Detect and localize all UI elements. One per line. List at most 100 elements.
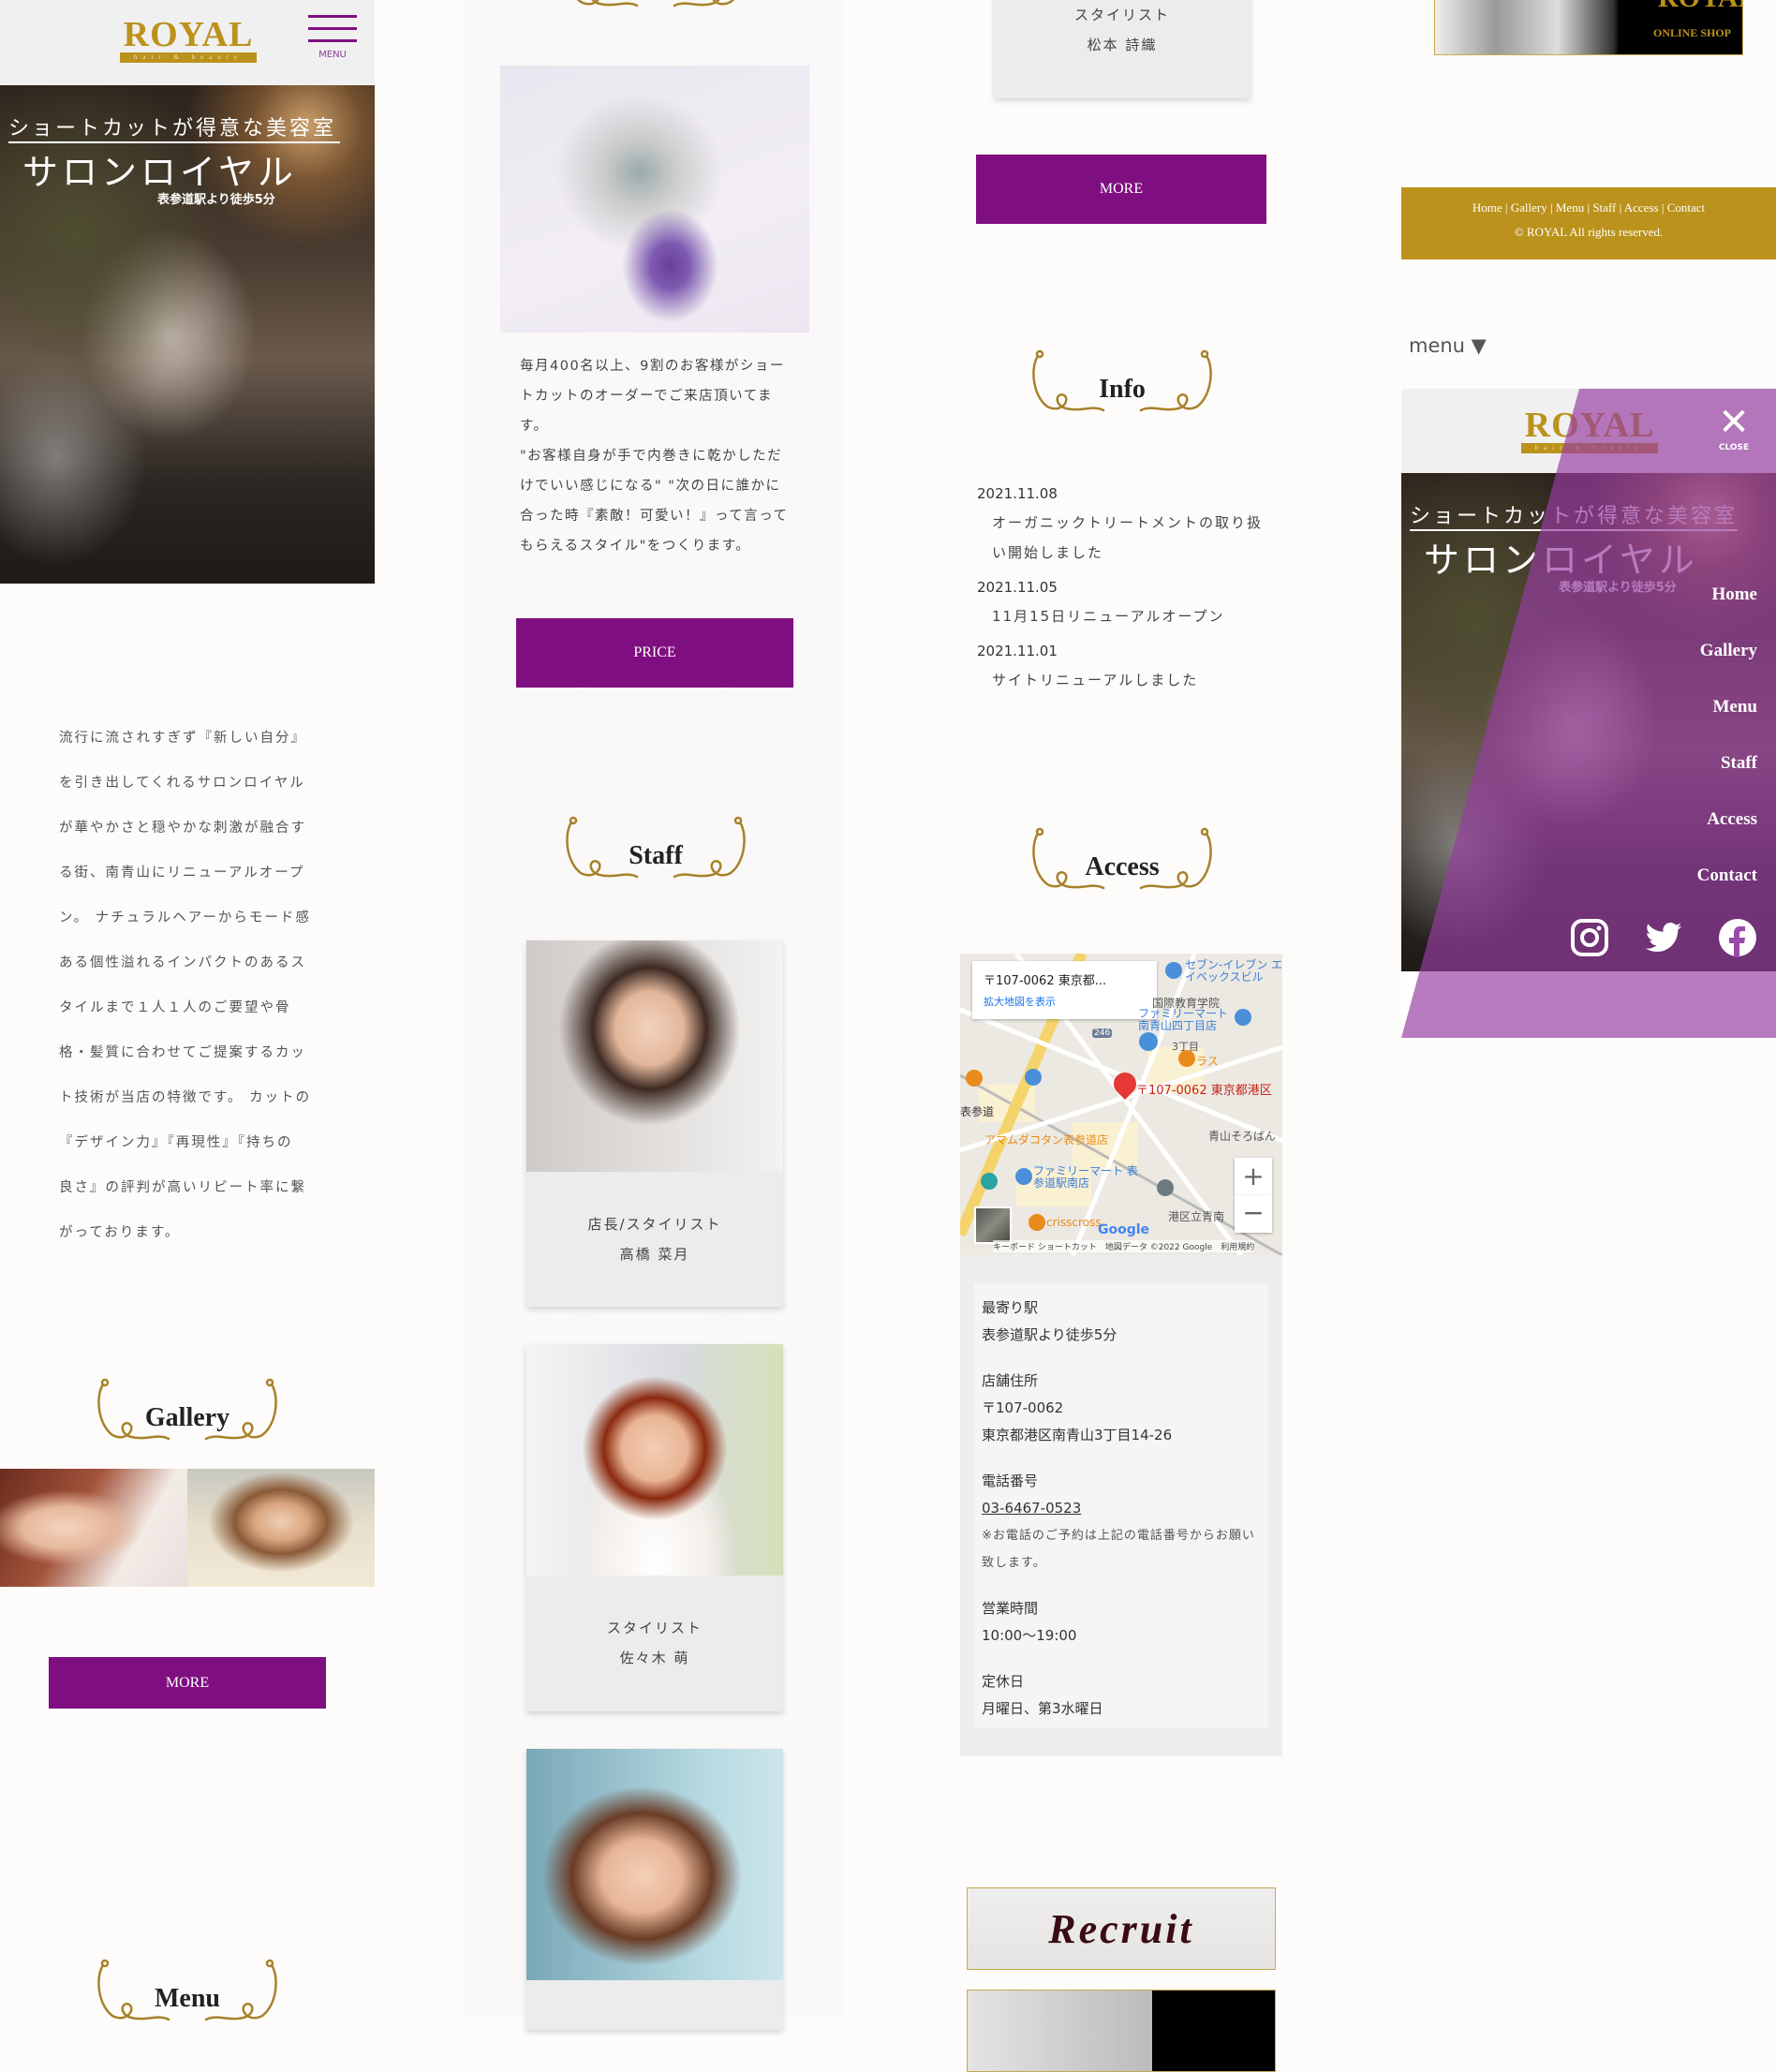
intro-line: 良さ』の評判が高いリピート率に繋 (59, 1180, 306, 1195)
gallery-image-1[interactable] (0, 1469, 187, 1587)
menu-description-line: トカットのオーダーでご来店頂いてま (520, 389, 773, 404)
gallery-heading: Gallery (94, 1377, 281, 1452)
news-date: 2021.11.01 (977, 643, 1058, 659)
news-text: オーガニックトリートメントの取り扱い開始しました (992, 514, 1264, 561)
menu-description-line: 合った時『素敵！可愛い！』って言って (520, 509, 789, 524)
staff-card[interactable]: 店長/スタイリスト 高橋 菜月 (526, 940, 783, 1307)
map-address-card: 〒107-0062 東京都... 拡大地図を表示 (972, 961, 1157, 1019)
overlay-nav: Home Gallery Menu Staff Access Contact (1697, 567, 1757, 904)
separator: | (1584, 200, 1593, 215)
price-button[interactable]: PRICE (516, 618, 793, 688)
close-icon: ✕ (1718, 401, 1750, 444)
separator: | (1616, 200, 1624, 215)
overlay-nav-home[interactable]: Home (1697, 567, 1757, 623)
access-details-frame: 最寄り駅 表参道駅より徒歩5分店舗住所〒107-0062 東京都港区南青山3丁目14… (960, 1255, 1282, 1756)
staff-card[interactable]: スタイリスト 佐々木 萌 (526, 1344, 783, 1711)
menu-dropdown-toggle[interactable]: menu ▼ (1409, 334, 1487, 357)
separator: | (1658, 200, 1667, 215)
intro-line: ト技術が当店の特徴です。 カットの (59, 1090, 312, 1105)
online-shop-banner[interactable]: ROYAL ONLINE SHOP (1434, 0, 1743, 55)
detail-value: 東京都港区南青山3丁目14-26 (982, 1427, 1173, 1443)
map-satellite-toggle[interactable] (974, 1206, 1012, 1244)
footer-link-menu[interactable]: Menu (1556, 200, 1584, 215)
site-header: ROYAL hair & beauty MENU (0, 0, 375, 85)
overlay-nav-contact[interactable]: Contact (1697, 848, 1757, 904)
info-heading: Info (1029, 348, 1216, 423)
menu-heading: Menu (94, 1958, 281, 2033)
footer-link-home[interactable]: Home (1473, 200, 1502, 215)
intro-line: がっております。 (59, 1225, 181, 1240)
menu-label: MENU (318, 50, 347, 60)
news-text: 11月15日リニューアルオープン (992, 608, 1225, 625)
staff-photo (526, 1749, 783, 1980)
staff-more-button[interactable]: MORE (976, 155, 1266, 224)
staff-photo (526, 1344, 783, 1576)
logo[interactable]: ROYAL hair & beauty (120, 17, 257, 63)
staff-heading: Staff (562, 815, 749, 890)
overlay-nav-staff[interactable]: Staff (1697, 735, 1757, 792)
overlay-nav-gallery[interactable]: Gallery (1697, 623, 1757, 679)
detail-label: 店舗住所 (982, 1372, 1039, 1389)
google-map[interactable]: 〒107-0062 東京都... 拡大地図を表示 〒107-0062 東京都港区… (960, 954, 1282, 1255)
overlay-nav-access[interactable]: Access (1697, 792, 1757, 848)
footer-link-staff[interactable]: Staff (1592, 200, 1616, 215)
menu-scissors-image (500, 66, 809, 333)
menu-description-line: 毎月400名以上、9割のお客様がショー (520, 359, 785, 374)
recruit-banner[interactable]: Recruit (967, 1887, 1276, 1970)
footer-link-contact[interactable]: Contact (1667, 200, 1705, 215)
access-heading: Access (1029, 826, 1216, 901)
menu-description-line: けでいい感じになる" "次の日に誰かに (520, 479, 781, 494)
news-date: 2021.11.08 (977, 485, 1058, 502)
detail-label: 営業時間 (982, 1600, 1039, 1617)
staff-card[interactable]: スタイリスト 松本 詩織 (994, 0, 1251, 98)
news-date: 2021.11.05 (977, 579, 1058, 596)
staff-photo (526, 940, 783, 1172)
access-detail: 店舗住所〒107-0062 東京都港区南青山3丁目14-26 (982, 1368, 1261, 1449)
phone-link[interactable]: 03-6467-0523 (982, 1495, 1261, 1522)
detail-value: 〒107-0062 (982, 1399, 1064, 1416)
intro-line: 格・髪質に合わせてご提案するカッ (59, 1045, 306, 1060)
news-item[interactable]: 2021.11.08 オーガニックトリートメントの取り扱い開始しました (977, 480, 1277, 568)
map-zoom-in-button[interactable]: + (1235, 1158, 1272, 1195)
news-list: 2021.11.08 オーガニックトリートメントの取り扱い開始しました 2021.1… (977, 480, 1277, 701)
access-detail: 営業時間 10:00〜19:00 (982, 1595, 1261, 1650)
menu-overlay-preview: ROYAL hair & beauty ショートカットが得意な美容室 サロンロイ… (1401, 389, 1776, 1038)
twitter-icon[interactable] (1644, 918, 1683, 957)
hero-salon-name: サロンロイヤル (22, 154, 297, 193)
menu-description-line: もらえるスタイル"をつくります。 (520, 539, 751, 554)
news-item[interactable]: 2021.11.05 11月15日リニューアルオープン (977, 573, 1277, 631)
footer-link-gallery[interactable]: Gallery (1511, 200, 1547, 215)
instagram-icon[interactable] (1570, 918, 1609, 957)
intro-line: る街、南青山にリニューアルオープ (59, 866, 305, 881)
google-logo: Google (1098, 1222, 1150, 1237)
footer-link-access[interactable]: Access (1624, 200, 1659, 215)
access-detail: 電話番号 03-6467-0523 ※お電話のご予約は上記の電話番号からお願い致しま… (982, 1468, 1261, 1576)
social-links (1570, 918, 1757, 957)
intro-line: ン。 ナチュラルヘアーからモード感 (59, 910, 311, 925)
gallery-more-button[interactable]: MORE (49, 1657, 326, 1709)
close-button[interactable]: ✕ CLOSE (1712, 401, 1755, 452)
intro-line: 『デザイン力』『再現性』『持ちの (59, 1135, 293, 1150)
detail-value: 10:00〜19:00 (982, 1627, 1077, 1644)
intro-line: を引き出してくれるサロンロイヤル (59, 776, 305, 791)
overlay-nav-menu[interactable]: Menu (1697, 679, 1758, 735)
view-larger-map-link[interactable]: 拡大地図を表示 (984, 994, 1146, 1009)
access-detail: 最寄り駅 表参道駅より徒歩5分 (982, 1295, 1261, 1349)
menu-description-line: "お客様自身が手で内巻きに乾かしただ (520, 449, 783, 464)
news-item[interactable]: 2021.11.01 サイトリニューアルしました (977, 637, 1277, 695)
intro-line: が華やかさと穏やかな刺激が融合す (59, 821, 306, 836)
separator: | (1502, 200, 1511, 215)
hamburger-menu-button[interactable]: MENU (308, 15, 357, 60)
hero-access-note: 表参道駅より徒歩5分 (157, 193, 275, 207)
menu-description-line: す。 (520, 419, 549, 434)
intro-line: 流行に流されすぎず『新しい自分』 (59, 731, 306, 746)
detail-value: 表参道駅より徒歩5分 (982, 1326, 1117, 1343)
access-details: 最寄り駅 表参道駅より徒歩5分店舗住所〒107-0062 東京都港区南青山3丁目14… (974, 1283, 1268, 1728)
facebook-icon[interactable] (1718, 918, 1757, 957)
map-attribution[interactable]: キーボード ショートカット 地図データ ©2022 Google 利用規約 (993, 1240, 1255, 1252)
map-zoom-out-button[interactable]: − (1235, 1195, 1272, 1233)
staff-card[interactable] (526, 1749, 783, 2030)
hamburger-icon (308, 15, 357, 42)
gallery-image-2[interactable] (187, 1469, 375, 1587)
online-shop-banner[interactable] (967, 1990, 1276, 2072)
